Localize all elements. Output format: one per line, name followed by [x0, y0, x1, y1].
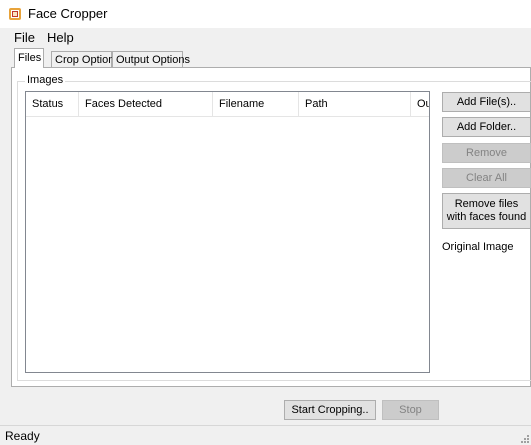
remove-button[interactable]: Remove [442, 143, 531, 163]
column-output[interactable]: Ou [411, 92, 429, 116]
menu-file[interactable]: File [12, 30, 37, 45]
column-faces-detected[interactable]: Faces Detected [79, 92, 213, 116]
images-group-label: Images [25, 74, 66, 86]
column-status[interactable]: Status [26, 92, 79, 116]
status-text: Ready [5, 429, 40, 443]
menu-help[interactable]: Help [45, 30, 76, 45]
status-bar: Ready [0, 425, 531, 445]
tab-crop-options[interactable]: Crop Options [51, 51, 120, 68]
resize-grip-icon[interactable] [519, 433, 529, 443]
tab-output-options[interactable]: Output Options [112, 51, 190, 68]
add-files-button[interactable]: Add File(s).. [442, 92, 531, 112]
title-bar: Face Cropper [0, 0, 531, 28]
tab-files[interactable]: Files [14, 48, 44, 68]
column-path[interactable]: Path [299, 92, 411, 116]
start-cropping-button[interactable]: Start Cropping.. [284, 400, 376, 420]
images-list-header: Status Faces Detected Filename Path Ou [26, 92, 429, 117]
remove-files-with-faces-button[interactable]: Remove files with faces found [442, 193, 531, 229]
window-title: Face Cropper [28, 6, 108, 21]
column-filename[interactable]: Filename [213, 92, 299, 116]
add-folder-button[interactable]: Add Folder.. [442, 117, 531, 137]
original-image-label: Original Image [442, 241, 514, 253]
app-icon [9, 8, 21, 20]
menu-bar: File Help [0, 28, 531, 48]
clear-all-button[interactable]: Clear All [442, 168, 531, 188]
images-list[interactable]: Status Faces Detected Filename Path Ou [25, 91, 430, 373]
stop-button[interactable]: Stop [382, 400, 439, 420]
